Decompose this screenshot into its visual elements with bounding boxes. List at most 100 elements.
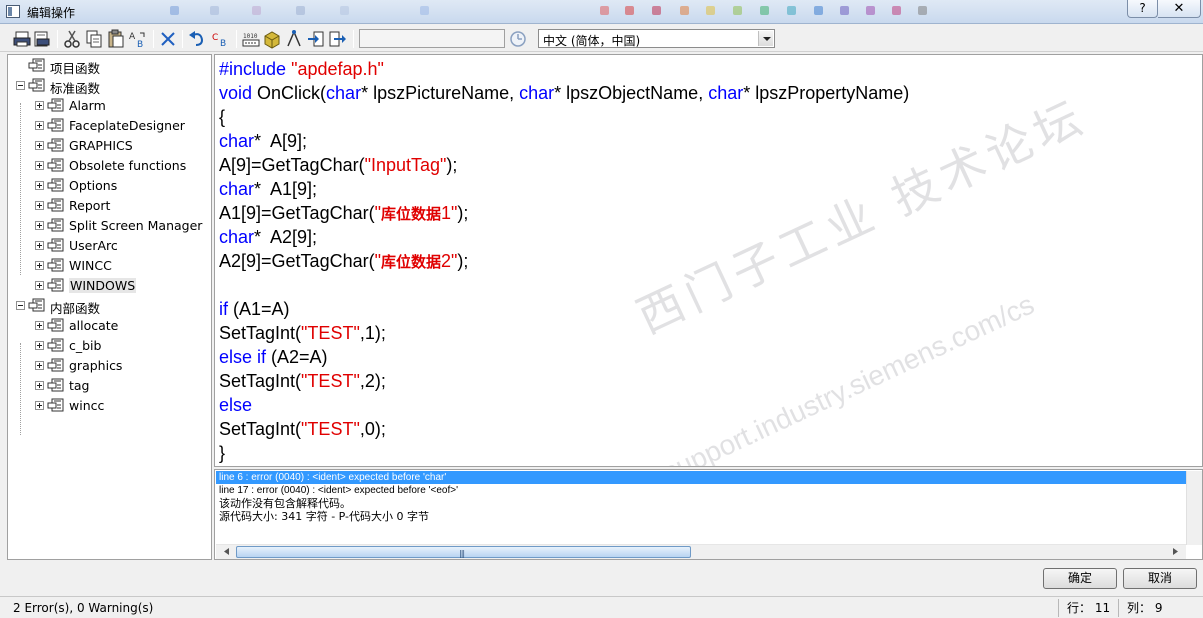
expand-icon[interactable] xyxy=(35,201,44,210)
delete-icon[interactable] xyxy=(158,29,178,49)
box-icon[interactable] xyxy=(262,29,282,49)
tree-item[interactable]: Alarm xyxy=(35,97,203,115)
expand-icon[interactable] xyxy=(35,141,44,150)
expand-icon[interactable] xyxy=(35,221,44,230)
expand-icon[interactable] xyxy=(35,121,44,130)
output-horizontal-scrollbar[interactable]: ||| xyxy=(216,544,1186,559)
code-token: char xyxy=(219,131,255,151)
tree-item[interactable]: Report xyxy=(35,197,203,215)
output-line[interactable]: 源代码大小: 341 字符 - P-代码大小 0 字节 xyxy=(219,510,429,523)
code-editor[interactable]: 西门子工业 技术论坛 support.industry.siemens.com/… xyxy=(214,54,1203,467)
tree-item[interactable]: 内部函数 xyxy=(16,297,203,316)
expand-icon[interactable] xyxy=(35,381,44,390)
output-line[interactable]: 该动作没有包含解释代码。 xyxy=(219,497,351,510)
tree-item[interactable]: Split Screen Manager xyxy=(35,217,203,235)
expand-icon[interactable] xyxy=(35,281,44,290)
function-group-icon xyxy=(47,258,64,272)
expand-icon[interactable] xyxy=(35,341,44,350)
code-token: * A1[9]; xyxy=(254,179,318,199)
code-token: "TEST" xyxy=(301,371,360,391)
tree-item[interactable]: GRAPHICS xyxy=(35,137,203,155)
ok-button[interactable]: 确定 xyxy=(1043,568,1117,589)
close-button[interactable]: ✕ xyxy=(1158,0,1201,18)
svg-text:C: C xyxy=(212,33,218,43)
tree-item[interactable]: tag xyxy=(35,377,203,395)
code-token: } xyxy=(219,443,226,463)
code-token: * lpszPropertyName) xyxy=(743,83,910,103)
tree-item[interactable]: allocate xyxy=(35,317,203,335)
tree-item[interactable]: Obsolete functions xyxy=(35,157,203,175)
spell-check-icon[interactable]: CB xyxy=(210,29,230,49)
print-icon[interactable] xyxy=(12,29,32,49)
code-token: 库位数据 xyxy=(380,205,441,223)
expand-icon[interactable] xyxy=(35,101,44,110)
scroll-right-icon[interactable] xyxy=(1168,545,1183,558)
find-replace-icon[interactable]: AB xyxy=(128,29,148,49)
svg-text:B: B xyxy=(137,40,143,49)
output-line[interactable]: line 6 : error (0040) : <ident> expected… xyxy=(219,471,446,484)
export-icon[interactable] xyxy=(328,29,348,49)
cut-icon[interactable] xyxy=(62,29,82,49)
tree-item-label: Alarm xyxy=(69,98,106,113)
expand-icon[interactable] xyxy=(35,321,44,330)
expand-icon[interactable] xyxy=(35,401,44,410)
expand-icon[interactable] xyxy=(35,241,44,250)
tree-item-label: c_bib xyxy=(69,338,102,353)
code-token: char xyxy=(219,227,255,247)
collapse-icon[interactable] xyxy=(16,301,25,310)
tree-item-label: Options xyxy=(69,178,118,193)
compile-icon[interactable]: 1010 xyxy=(241,29,261,49)
code-line: char* A2[9]; xyxy=(219,225,317,249)
tree-item[interactable]: FaceplateDesigner xyxy=(35,117,203,135)
language-select[interactable]: 中文 (简体，中国) xyxy=(538,29,775,48)
code-line: A1[9]=GetTagChar("库位数据1"); xyxy=(219,201,468,225)
expand-icon[interactable] xyxy=(35,181,44,190)
code-line: else xyxy=(219,393,252,417)
function-group-icon xyxy=(47,198,64,212)
scroll-left-icon[interactable] xyxy=(219,545,234,558)
tree-item[interactable]: 标准函数 xyxy=(16,77,203,96)
clock-icon[interactable] xyxy=(508,29,528,49)
tree-item[interactable]: WINCC xyxy=(35,257,203,275)
function-tree[interactable]: 项目函数 标准函数 Alarm FaceplateDesigner GRAPHICS Ob… xyxy=(7,54,212,560)
expand-icon[interactable] xyxy=(35,361,44,370)
output-scroll-thumb[interactable]: ||| xyxy=(236,546,691,558)
function-group-icon xyxy=(28,298,45,312)
help-button[interactable]: ? xyxy=(1127,0,1158,18)
undo-icon[interactable] xyxy=(187,29,207,49)
code-token: * A[9]; xyxy=(254,131,308,151)
cancel-button[interactable]: 取消 xyxy=(1123,568,1197,589)
output-pane[interactable]: ||| line 6 : error (0040) : <ident> expe… xyxy=(214,469,1203,560)
tree-item[interactable]: c_bib xyxy=(35,337,203,355)
expand-icon[interactable] xyxy=(35,161,44,170)
code-token: (A1=A) xyxy=(228,299,290,319)
tag-icon[interactable] xyxy=(284,29,304,49)
scroll-grip: ||| xyxy=(459,549,465,558)
tree-item-label: Obsolete functions xyxy=(69,158,187,173)
tree-item[interactable]: Options xyxy=(35,177,203,195)
toolbar-text-input[interactable] xyxy=(359,29,505,48)
tree-item[interactable]: graphics xyxy=(35,357,203,375)
tree-item-label: allocate xyxy=(69,318,119,333)
code-line: { xyxy=(219,105,225,129)
tree-item[interactable]: wincc xyxy=(35,397,203,415)
expand-icon[interactable] xyxy=(35,261,44,270)
chevron-down-icon[interactable] xyxy=(758,31,773,46)
code-token: void xyxy=(219,83,253,103)
paste-icon[interactable] xyxy=(106,29,126,49)
import-icon[interactable] xyxy=(306,29,326,49)
status-row: 行： 11 xyxy=(1058,599,1118,617)
copy-icon[interactable] xyxy=(84,29,104,49)
code-token: (A2=A) xyxy=(266,347,328,367)
tree-item[interactable]: UserArc xyxy=(35,237,203,255)
code-token: SetTagInt( xyxy=(219,371,302,391)
tree-item[interactable]: 项目函数 xyxy=(16,57,203,76)
collapse-icon[interactable] xyxy=(16,81,25,90)
output-vertical-scrollbar[interactable] xyxy=(1186,471,1202,545)
status-col: 列： 9 xyxy=(1118,599,1190,617)
tree-item-label: UserArc xyxy=(69,238,118,253)
code-token: char xyxy=(219,179,255,199)
print-preview-icon[interactable] xyxy=(32,29,52,49)
output-line[interactable]: line 17 : error (0040) : <ident> expecte… xyxy=(219,484,458,497)
tree-item[interactable]: WINDOWS xyxy=(35,277,203,295)
